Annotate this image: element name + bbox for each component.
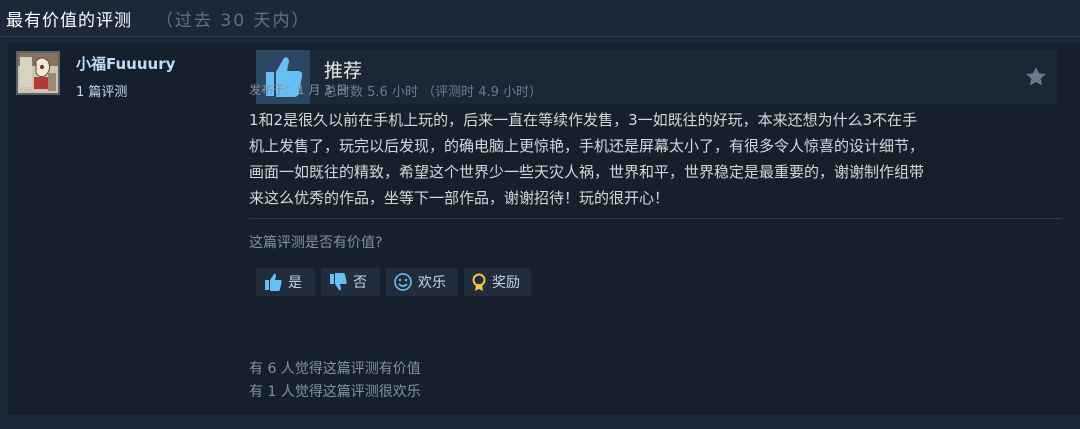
review-line: 1和2是很久以前在手机上玩的，后来一直在等续作发售，3一如既往的好玩，本来还想为… <box>249 111 918 129</box>
review-card: 小福Fuuuury 1 篇评测 推荐 总时数 5.6 小时 （评测时 4.9 小… <box>8 43 1080 415</box>
thumbs-up-icon <box>262 271 284 293</box>
verdict-bar: 推荐 总时数 5.6 小时 （评测时 4.9 小时） <box>256 50 1058 104</box>
review-line: 画面一如既往的精致，希望这个世界少一些天灾人祸，世界和平，世界稳定是最重要的，谢… <box>249 163 925 181</box>
review-line: 来这么优秀的作品，坐等下一部作品，谢谢招待！玩的很开心！ <box>249 189 670 207</box>
avatar[interactable] <box>16 51 60 95</box>
posted-date: 发布于：1 月 3 日 <box>249 83 348 97</box>
content-divider <box>249 218 1062 219</box>
funny-count: 有 1 人觉得这篇评测很欢乐 <box>249 384 421 400</box>
header-divider <box>0 36 1080 37</box>
vote-yes-button[interactable]: 是 <box>256 268 315 296</box>
vote-yes-label: 是 <box>288 275 302 291</box>
author-name[interactable]: 小福Fuuuury <box>76 53 175 74</box>
section-title: 最有价值的评测 <box>6 11 132 31</box>
section-subtitle: （过去 30 天内） <box>156 11 311 31</box>
vote-funny-button[interactable]: 欢乐 <box>386 268 458 296</box>
vote-funny-label: 欢乐 <box>418 275 446 291</box>
award-ribbon-icon <box>468 271 490 293</box>
award-label: 奖励 <box>492 275 520 291</box>
verdict-label[interactable]: 推荐 <box>324 56 362 83</box>
smiley-icon <box>392 271 414 293</box>
author-review-count[interactable]: 1 篇评测 <box>76 81 127 100</box>
review-text: 1和2是很久以前在手机上玩的，后来一直在等续作发售，3一如既往的好玩，本来还想为… <box>249 107 1049 211</box>
thumbs-down-icon <box>327 271 349 293</box>
star-icon[interactable] <box>1024 65 1048 89</box>
vote-no-label: 否 <box>353 275 367 291</box>
page: 最有价值的评测 （过去 30 天内） 小福Fuuuury 1 篇评测 推荐 总时… <box>0 0 1080 429</box>
vote-no-button[interactable]: 否 <box>321 268 380 296</box>
section-header: 最有价值的评测 （过去 30 天内） <box>6 6 310 32</box>
review-line: 机上发售了，玩完以后发现，的确电脑上更惊艳，手机还是屏幕太小了，有很多令人惊喜的… <box>249 137 925 155</box>
helpful-count: 有 6 人觉得这篇评测有价值 <box>249 361 421 377</box>
award-button[interactable]: 奖励 <box>464 268 531 296</box>
helpful-question: 这篇评测是否有价值? <box>249 235 383 251</box>
playtime-hours: 总时数 5.6 小时 （评测时 4.9 小时） <box>324 85 543 100</box>
review-author: 小福Fuuuury 1 篇评测 <box>16 51 246 111</box>
